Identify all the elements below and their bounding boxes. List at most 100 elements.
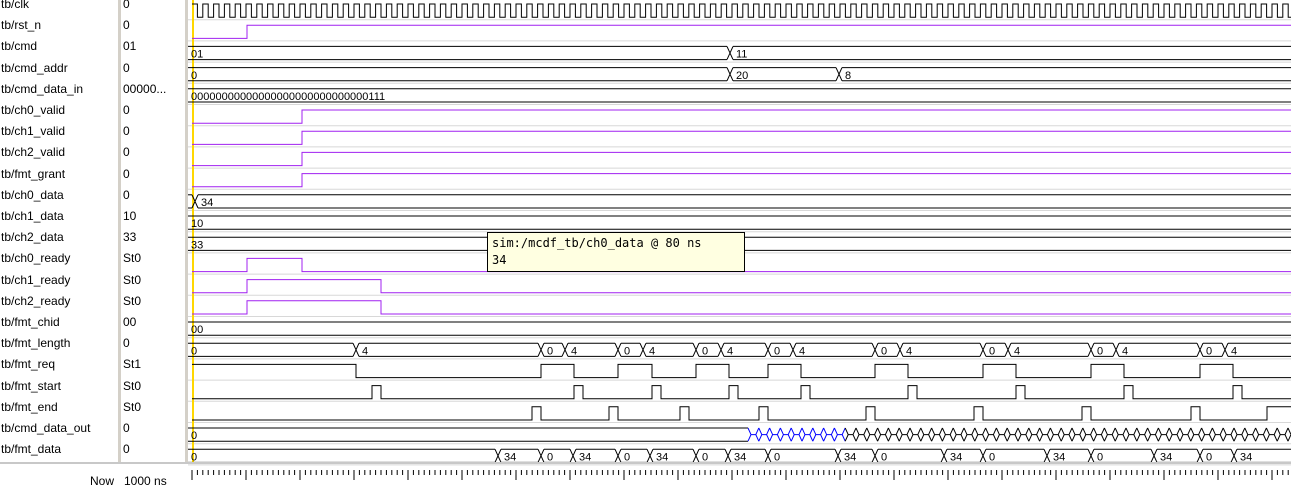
signal-value-cmd: 01 [123, 39, 137, 54]
signal-value-cmd-addr: 0 [123, 60, 130, 75]
cmd-data-out-cell [1255, 427, 1267, 442]
signal-value-fmt-start: St0 [123, 378, 142, 393]
fmt-length-bus-label: 4 [1014, 345, 1020, 357]
fmt-length-bus-label: 0 [191, 345, 197, 357]
signal-name-fmt-end[interactable]: tb/fmt_end [0, 397, 118, 418]
fmt-data-bus-transition [1043, 448, 1051, 463]
fmt-length-bus-transition [1004, 342, 1012, 357]
signal-name-fmt-grant[interactable]: tb/fmt_grant [0, 164, 118, 185]
fmt-data-bus-transition [979, 448, 987, 463]
valid-wave [192, 173, 1291, 188]
now-value: 1000 ns [124, 474, 167, 488]
fmt-chid-bus-label: 00 [191, 324, 203, 336]
valid-wave [192, 130, 1291, 145]
signal-name-cmd[interactable]: tb/cmd [0, 36, 118, 57]
cmd-data-out-cell [812, 427, 825, 442]
fmt-length-bus-label: 4 [362, 345, 368, 357]
cmd-data-out-cell [1082, 427, 1095, 442]
signal-value-fmt-req: St1 [123, 357, 142, 372]
fmt-length-bus-transition [979, 342, 987, 357]
fmt-data-bus-transition [614, 448, 622, 463]
fmt-length-bus-transition [717, 342, 725, 357]
fmt-data-bus-transition [646, 448, 654, 463]
fmt-length-bus-transition [692, 342, 700, 357]
signal-value-ch0-ready: St0 [123, 251, 142, 266]
cmd-data-out-cell [1265, 427, 1278, 442]
fmt-length-bus-label: 0 [624, 345, 630, 357]
signal-name-pane: tb/clk tb/rst_n tb/cmd tb/cmd_addr tb/cmd_da… [0, 0, 118, 483]
signal-name-fmt-chid[interactable]: tb/fmt_chid [0, 312, 118, 333]
cmd-data-out-cell [1049, 427, 1062, 442]
fmt-length-bus-transition [561, 342, 569, 357]
cmd-data-out-cell [1071, 427, 1084, 442]
cmd-data-out-cell [833, 427, 846, 442]
cmd-data-out-cell [844, 427, 857, 442]
signal-name-rst-n[interactable]: tb/rst_n [0, 15, 118, 36]
signal-name-ch2-ready[interactable]: tb/ch2_ready [0, 291, 118, 312]
signal-name-ch2-valid[interactable]: tb/ch2_valid [0, 142, 118, 163]
fmt-data-bus-transition [1150, 448, 1158, 463]
fmt-data-bus-transition [871, 448, 879, 463]
fmt-length-bus-transition [352, 342, 360, 357]
fmt-length-bus-transition [1112, 342, 1120, 357]
cmd-data-out-cell [801, 427, 814, 442]
cmd-data-out-cell [963, 427, 976, 442]
ch0-data-bus-label: 34 [201, 197, 213, 209]
cmd-data-out-cell [1233, 427, 1246, 442]
fmt-length-bus-label: 4 [799, 345, 805, 357]
signal-value-ch0-valid: 0 [123, 103, 130, 117]
signal-value-ch2-ready: St0 [123, 293, 142, 308]
clk-wave [192, 3, 1291, 18]
cmd-data-out-cell [1190, 427, 1203, 442]
fmt-length-bus-transition [896, 342, 904, 357]
signal-value-ch1-data: 10 [123, 209, 137, 223]
waveform-pane[interactable]: 01 11 0 20 8 00000000000000000000000000000111… [188, 0, 1291, 483]
signal-value-ch0-data: 0 [123, 187, 130, 202]
signal-value-cmd-data-out: 0 [123, 421, 130, 435]
signal-name-cmd-data-out[interactable]: tb/cmd_data_out [0, 418, 118, 439]
fmt-data-bus-transition [940, 448, 948, 463]
cmd-data-out-cell [1179, 427, 1192, 442]
signal-name-ch1-ready[interactable]: tb/ch1_ready [0, 270, 118, 291]
tooltip-title: sim:/mcdf_tb/ch0_data @ 80 ns [492, 236, 702, 250]
fmt-req-wave [192, 363, 1291, 379]
signal-name-clk[interactable]: tb/clk [0, 0, 118, 15]
fmt-length-bus-label: 0 [881, 345, 887, 357]
signal-name-ch0-ready[interactable]: tb/ch0_ready [0, 248, 118, 269]
fmt-data-bus-transition [692, 448, 700, 463]
signal-name-cmd-addr[interactable]: tb/cmd_addr [0, 58, 118, 79]
fmt-length-bus-label: 0 [547, 345, 553, 357]
cmd-data-out-cell [747, 427, 760, 442]
status-separator [0, 462, 1291, 464]
cmd-data-out-cell [1103, 427, 1116, 442]
signal-name-cmd-data-in[interactable]: tb/cmd_data_in [0, 79, 118, 100]
fmt-data-bus-transition [764, 448, 772, 463]
cmd-data-out-cell [1168, 427, 1181, 442]
signal-name-fmt-req[interactable]: tb/fmt_req [0, 354, 118, 375]
cmd-data-out-cell [1147, 427, 1159, 442]
cmd-data-out-cell [1211, 427, 1224, 442]
signal-name-ch1-valid[interactable]: tb/ch1_valid [0, 121, 118, 142]
signal-name-ch0-valid[interactable]: tb/ch0_valid [0, 100, 118, 121]
cmd-data-out-cell [866, 427, 879, 442]
fmt-length-bus-transition [1087, 342, 1095, 357]
signal-value-fmt-data: 0 [123, 442, 130, 457]
cmd-addr-bus-label: 0 [191, 70, 197, 82]
signal-value-ch2-data: 33 [123, 230, 137, 245]
cmd-data-out-cell [1060, 427, 1073, 442]
cmd-data-out-cell [898, 427, 911, 442]
signal-name-fmt-data[interactable]: tb/fmt_data [0, 439, 118, 460]
signal-value-cmd-data-in: 00000... [123, 81, 167, 96]
signal-name-ch1-data[interactable]: tb/ch1_data [0, 206, 118, 227]
signal-name-ch0-data[interactable]: tb/ch0_data [0, 185, 118, 206]
cmd-data-out-cell [1276, 427, 1289, 442]
cmd-data-out-cell [790, 427, 803, 442]
cmd-data-out-cell [920, 427, 933, 442]
signal-name-fmt-start[interactable]: tb/fmt_start [0, 376, 118, 397]
fmt-length-bus-label: 0 [1097, 345, 1103, 357]
ch2-data-bus-label: 33 [191, 239, 203, 251]
cmd-data-out-cell [758, 427, 771, 442]
signal-name-fmt-length[interactable]: tb/fmt_length [0, 333, 118, 354]
signal-name-ch2-data[interactable]: tb/ch2_data [0, 227, 118, 248]
fmt-length-bus-transition [764, 342, 772, 357]
